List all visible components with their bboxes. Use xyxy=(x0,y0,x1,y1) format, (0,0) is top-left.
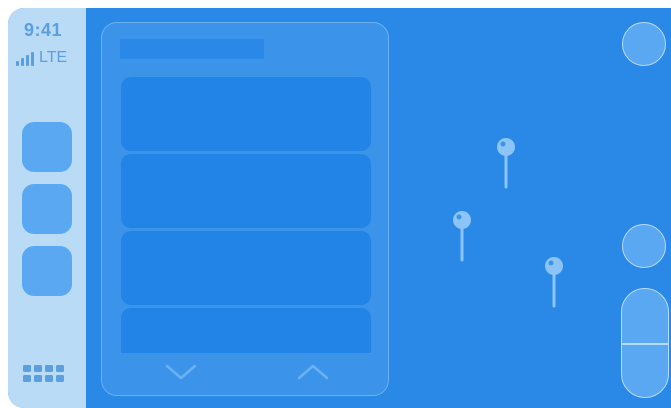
chevron-up-icon[interactable] xyxy=(296,361,330,383)
middle-round-button[interactable] xyxy=(622,224,666,268)
signal-bar xyxy=(16,61,19,66)
panel-footer xyxy=(102,353,388,395)
status-time: 9:41 xyxy=(23,20,63,40)
carplay-screen: 9:41 LTE xyxy=(8,8,671,408)
top-round-button[interactable] xyxy=(622,22,666,66)
signal-bar xyxy=(31,52,34,66)
list-item[interactable] xyxy=(121,231,371,305)
map-pin-icon[interactable] xyxy=(451,209,473,263)
map-pin-icon[interactable] xyxy=(495,136,517,190)
zoom-in-button[interactable] xyxy=(622,289,668,343)
app-slot-3[interactable] xyxy=(22,246,72,296)
signal-bar xyxy=(21,58,24,66)
zoom-out-button[interactable] xyxy=(622,343,668,397)
network-type: LTE xyxy=(39,49,68,66)
app-slot-2[interactable] xyxy=(22,184,72,234)
signal-indicator: LTE xyxy=(16,46,67,66)
side-rail: 9:41 LTE xyxy=(8,8,86,408)
list-item[interactable] xyxy=(121,77,371,151)
list-item[interactable] xyxy=(121,154,371,228)
zoom-control xyxy=(621,288,669,398)
signal-bar xyxy=(26,55,29,66)
app-grid-icon[interactable] xyxy=(23,365,64,382)
chevron-down-icon[interactable] xyxy=(164,361,198,383)
list-panel xyxy=(101,22,389,396)
map-pin-icon[interactable] xyxy=(543,255,565,309)
app-slot-1[interactable] xyxy=(22,122,72,172)
panel-header-placeholder xyxy=(120,39,264,59)
